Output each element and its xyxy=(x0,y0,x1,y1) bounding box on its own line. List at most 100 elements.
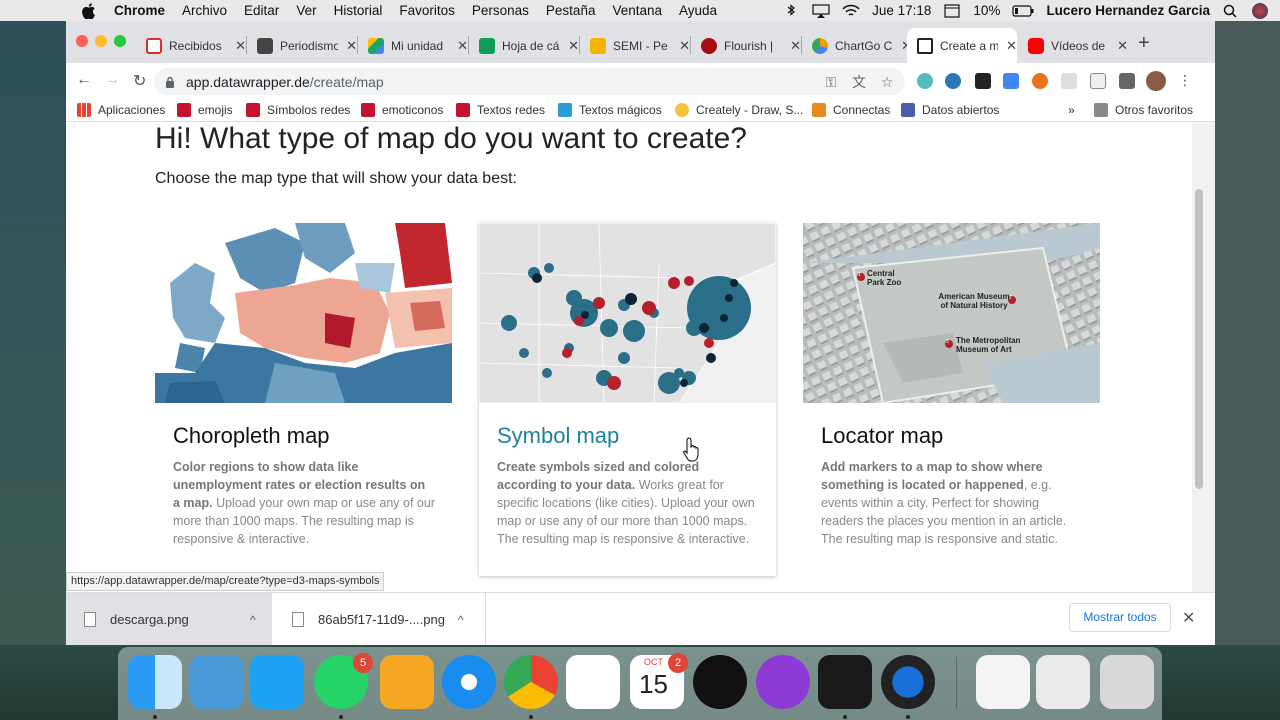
bookmark-creately[interactable]: Creately - Draw, S... xyxy=(675,103,803,117)
quicktime-icon[interactable] xyxy=(881,655,935,709)
bookmark-textos-magicos[interactable]: Textos mágicos xyxy=(558,103,662,117)
new-tab-icon[interactable]: + xyxy=(1138,32,1150,55)
download-item[interactable]: 86ab5f17-11d9-....png ^ xyxy=(272,593,486,645)
forward-icon[interactable]: → xyxy=(104,71,120,89)
close-downloads-icon[interactable]: ✕ xyxy=(1182,608,1195,628)
menu-kebab-icon[interactable]: ⋮ xyxy=(1178,72,1192,89)
menu-editar[interactable]: Editar xyxy=(244,3,279,18)
bookmark-emoticonos[interactable]: emoticonos xyxy=(361,103,443,117)
menu-pestana[interactable]: Pestaña xyxy=(546,3,596,18)
bookmarks-overflow-chevron[interactable]: » xyxy=(1068,103,1075,117)
menu-archivo[interactable]: Archivo xyxy=(182,3,227,18)
clock-text[interactable]: Jue 17:18 xyxy=(872,3,931,18)
tab-flourish[interactable]: Flourish | ✕ xyxy=(691,28,801,63)
menu-personas[interactable]: Personas xyxy=(472,3,529,18)
extension-icon[interactable] xyxy=(917,73,933,89)
tab-datawrapper-active[interactable]: Create a m ✕ xyxy=(907,28,1017,63)
wifi-icon[interactable] xyxy=(842,4,860,18)
chevron-up-icon[interactable]: ^ xyxy=(250,613,256,627)
airplay-icon[interactable] xyxy=(812,3,830,18)
close-tab-icon[interactable]: ✕ xyxy=(790,38,801,54)
chevron-up-icon[interactable]: ^ xyxy=(458,613,464,627)
card-title[interactable]: Symbol map xyxy=(497,423,619,449)
numbers-icon[interactable] xyxy=(566,655,620,709)
close-tab-icon[interactable]: ✕ xyxy=(457,38,468,54)
page-title: Hi! What type of map do you want to crea… xyxy=(155,122,747,155)
close-tab-icon[interactable]: ✕ xyxy=(568,38,579,54)
close-tab-icon[interactable]: ✕ xyxy=(1006,38,1017,54)
symbol-map-card[interactable]: Symbol map Create symbols sized and colo… xyxy=(479,223,776,576)
bluetooth-icon[interactable] xyxy=(782,3,800,18)
menu-ver[interactable]: Ver xyxy=(296,3,316,18)
reload-icon[interactable]: ↻ xyxy=(133,71,146,91)
user-name[interactable]: Lucero Hernandez Garcia xyxy=(1046,3,1210,18)
tab-gmail[interactable]: Recibidos ✕ xyxy=(136,28,246,63)
twitter-icon[interactable] xyxy=(250,655,304,709)
show-all-downloads-button[interactable]: Mostrar todos xyxy=(1069,603,1171,632)
locator-map-card[interactable]: 1 2 3 Central Park Zoo American Museum o… xyxy=(803,223,1100,575)
extension-icon[interactable] xyxy=(1090,73,1106,89)
bookmark-otros-favoritos[interactable]: Otros favoritos xyxy=(1094,103,1193,117)
card-title[interactable]: Choropleth map xyxy=(173,423,330,449)
extension-icon[interactable] xyxy=(945,73,961,89)
spotlight-search-icon[interactable] xyxy=(1222,4,1240,18)
star-icon[interactable]: ☆ xyxy=(879,74,895,90)
download-item[interactable]: descarga.png ^ xyxy=(66,593,272,645)
tab-youtube[interactable]: Vídeos de ✕ xyxy=(1018,28,1128,63)
extension-icon[interactable] xyxy=(1003,73,1019,89)
siri-icon[interactable] xyxy=(1252,2,1268,19)
bookmark-textos-redes[interactable]: Textos redes xyxy=(456,103,545,117)
bookmark-apps[interactable]: Aplicaciones xyxy=(77,103,165,117)
acrobat-icon[interactable] xyxy=(818,655,872,709)
downloads-stack-icon[interactable] xyxy=(1036,655,1090,709)
close-window-button[interactable] xyxy=(76,35,88,47)
bookmark-emojis[interactable]: emojis xyxy=(177,103,233,117)
document-stack-icon[interactable] xyxy=(976,655,1030,709)
drive-icon xyxy=(368,37,384,54)
menu-historial[interactable]: Historial xyxy=(334,3,383,18)
finder-icon[interactable] xyxy=(128,655,182,709)
menu-chrome[interactable]: Chrome xyxy=(114,3,165,18)
tab-chartgo[interactable]: ChartGo C ✕ xyxy=(802,28,912,63)
close-tab-icon[interactable]: ✕ xyxy=(346,38,357,54)
tab-periodismo[interactable]: Periodismo ✕ xyxy=(247,28,357,63)
tab-sheets[interactable]: Hoja de cá ✕ xyxy=(469,28,579,63)
podcasts-icon[interactable] xyxy=(756,655,810,709)
key-icon[interactable]: ⚿ xyxy=(823,74,839,90)
tab-drive[interactable]: Mi unidad ✕ xyxy=(358,28,468,63)
choropleth-card[interactable]: Choropleth map Color regions to show dat… xyxy=(155,223,452,575)
minimize-window-button[interactable] xyxy=(95,35,107,47)
url-text[interactable]: app.datawrapper.de/create/map xyxy=(186,74,384,90)
battery-icon[interactable] xyxy=(1012,4,1034,18)
extensions-puzzle-icon[interactable] xyxy=(1119,73,1135,89)
card-title[interactable]: Locator map xyxy=(821,423,943,449)
bookmark-simbolos[interactable]: Símbolos redes xyxy=(246,103,350,117)
close-tab-icon[interactable]: ✕ xyxy=(1117,38,1128,54)
profile-avatar[interactable] xyxy=(1146,71,1166,91)
pages-icon[interactable] xyxy=(380,655,434,709)
keynote-icon[interactable] xyxy=(190,655,244,709)
safari-icon[interactable] xyxy=(442,655,496,709)
apple-tv-icon[interactable] xyxy=(693,655,747,709)
close-tab-icon[interactable]: ✕ xyxy=(679,38,690,54)
apple-icon[interactable] xyxy=(82,2,96,19)
menu-ventana[interactable]: Ventana xyxy=(612,3,662,18)
chrome-icon[interactable] xyxy=(504,655,558,709)
bookmark-connectas[interactable]: Connectas xyxy=(812,103,890,117)
extension-icon[interactable] xyxy=(1061,73,1077,89)
trash-icon[interactable] xyxy=(1100,655,1154,709)
tab-slides[interactable]: SEMI - Pe ✕ xyxy=(580,28,690,63)
extension-icon[interactable] xyxy=(975,73,991,89)
zoom-window-button[interactable] xyxy=(114,35,126,47)
address-bar[interactable]: app.datawrapper.de/create/map ⚿ 文 ☆ xyxy=(154,68,905,95)
back-icon[interactable]: ← xyxy=(76,71,92,89)
bookmark-datos-abiertos[interactable]: Datos abiertos xyxy=(901,103,999,117)
menu-favoritos[interactable]: Favoritos xyxy=(399,3,455,18)
close-tab-icon[interactable]: ✕ xyxy=(235,38,246,54)
menu-ayuda[interactable]: Ayuda xyxy=(679,3,717,18)
extension-icon[interactable] xyxy=(1032,73,1048,89)
calendar-menu-icon[interactable] xyxy=(943,3,961,18)
page-scrollbar-thumb[interactable] xyxy=(1195,189,1203,489)
battery-percent[interactable]: 10% xyxy=(973,3,1000,18)
translate-icon[interactable]: 文 xyxy=(851,74,867,90)
